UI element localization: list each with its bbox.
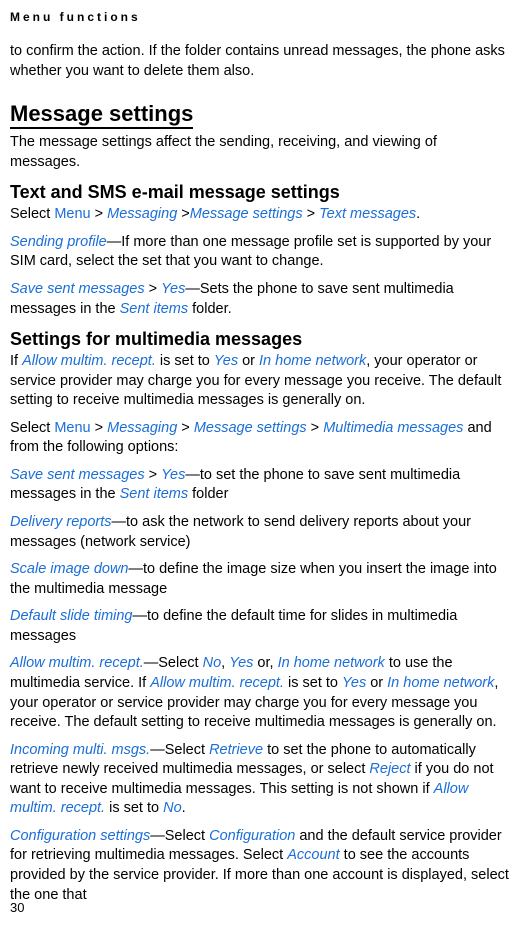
text-sms-heading: Text and SMS e-mail message settings — [10, 182, 509, 203]
menu-link: Menu — [54, 206, 90, 222]
in-home-link: In home network — [387, 675, 494, 691]
messaging-link: Messaging — [107, 206, 177, 222]
sent-items-link: Sent items — [120, 486, 189, 502]
allow-recept-label: Allow multim. recept. — [10, 655, 144, 671]
default-slide-para: Default slide timing—to define the defau… — [10, 607, 509, 646]
incoming-msgs-label: Incoming multi. msgs. — [10, 742, 150, 758]
reject-link: Reject — [369, 761, 410, 777]
scale-image-label: Scale image down — [10, 561, 129, 577]
allow-recept-para: Allow multim. recept.—Select No, Yes or,… — [10, 654, 509, 732]
delivery-reports-label: Delivery reports — [10, 514, 112, 530]
sent-items-link: Sent items — [120, 301, 189, 317]
message-settings-link: Message settings — [194, 420, 307, 436]
page-number: 30 — [10, 900, 24, 915]
no-link: No — [203, 655, 222, 671]
account-link: Account — [287, 847, 339, 863]
incoming-msgs-para: Incoming multi. msgs.—Select Retrieve to… — [10, 741, 509, 819]
save-sent-label: Save sent messages — [10, 281, 145, 297]
save-sent-para: Save sent messages > Yes—Sets the phone … — [10, 280, 509, 319]
yes-link: Yes — [161, 467, 185, 483]
scale-image-para: Scale image down—to define the image siz… — [10, 560, 509, 599]
retrieve-link: Retrieve — [209, 742, 263, 758]
sending-profile-para: Sending profile—If more than one message… — [10, 233, 509, 272]
in-home-link: In home network — [259, 353, 366, 369]
text-messages-link: Text messages — [319, 206, 416, 222]
yes-link: Yes — [342, 675, 366, 691]
no-link: No — [163, 800, 182, 816]
mm-save-sent-para: Save sent messages > Yes—to set the phon… — [10, 466, 509, 505]
header-label: Menu functions — [10, 10, 509, 24]
multimedia-messages-link: Multimedia messages — [323, 420, 463, 436]
message-settings-intro: The message settings affect the sending,… — [10, 133, 509, 172]
multimedia-intro: If Allow multim. recept. is set to Yes o… — [10, 352, 509, 411]
multimedia-heading: Settings for multimedia messages — [10, 329, 509, 350]
delivery-reports-para: Delivery reports—to ask the network to s… — [10, 513, 509, 552]
message-settings-heading: Message settings — [10, 101, 193, 129]
allow-recept-link: Allow multim. recept. — [150, 675, 284, 691]
yes-link: Yes — [214, 353, 238, 369]
top-paragraph: to confirm the action. If the folder con… — [10, 42, 509, 81]
message-settings-link: Message settings — [190, 206, 303, 222]
yes-link: Yes — [229, 655, 253, 671]
in-home-link: In home network — [278, 655, 385, 671]
config-settings-label: Configuration settings — [10, 828, 150, 844]
default-slide-label: Default slide timing — [10, 608, 133, 624]
save-sent-label: Save sent messages — [10, 467, 145, 483]
yes-link: Yes — [161, 281, 185, 297]
messaging-link: Messaging — [107, 420, 177, 436]
configuration-link: Configuration — [209, 828, 295, 844]
config-settings-para: Configuration settings—Select Configurat… — [10, 827, 509, 905]
allow-recept-link: Allow multim. recept. — [22, 353, 156, 369]
text-sms-select-line: Select Menu > Messaging >Message setting… — [10, 205, 509, 225]
multimedia-select-line: Select Menu > Messaging > Message settin… — [10, 419, 509, 458]
sending-profile-label: Sending profile — [10, 234, 107, 250]
menu-link: Menu — [54, 420, 90, 436]
